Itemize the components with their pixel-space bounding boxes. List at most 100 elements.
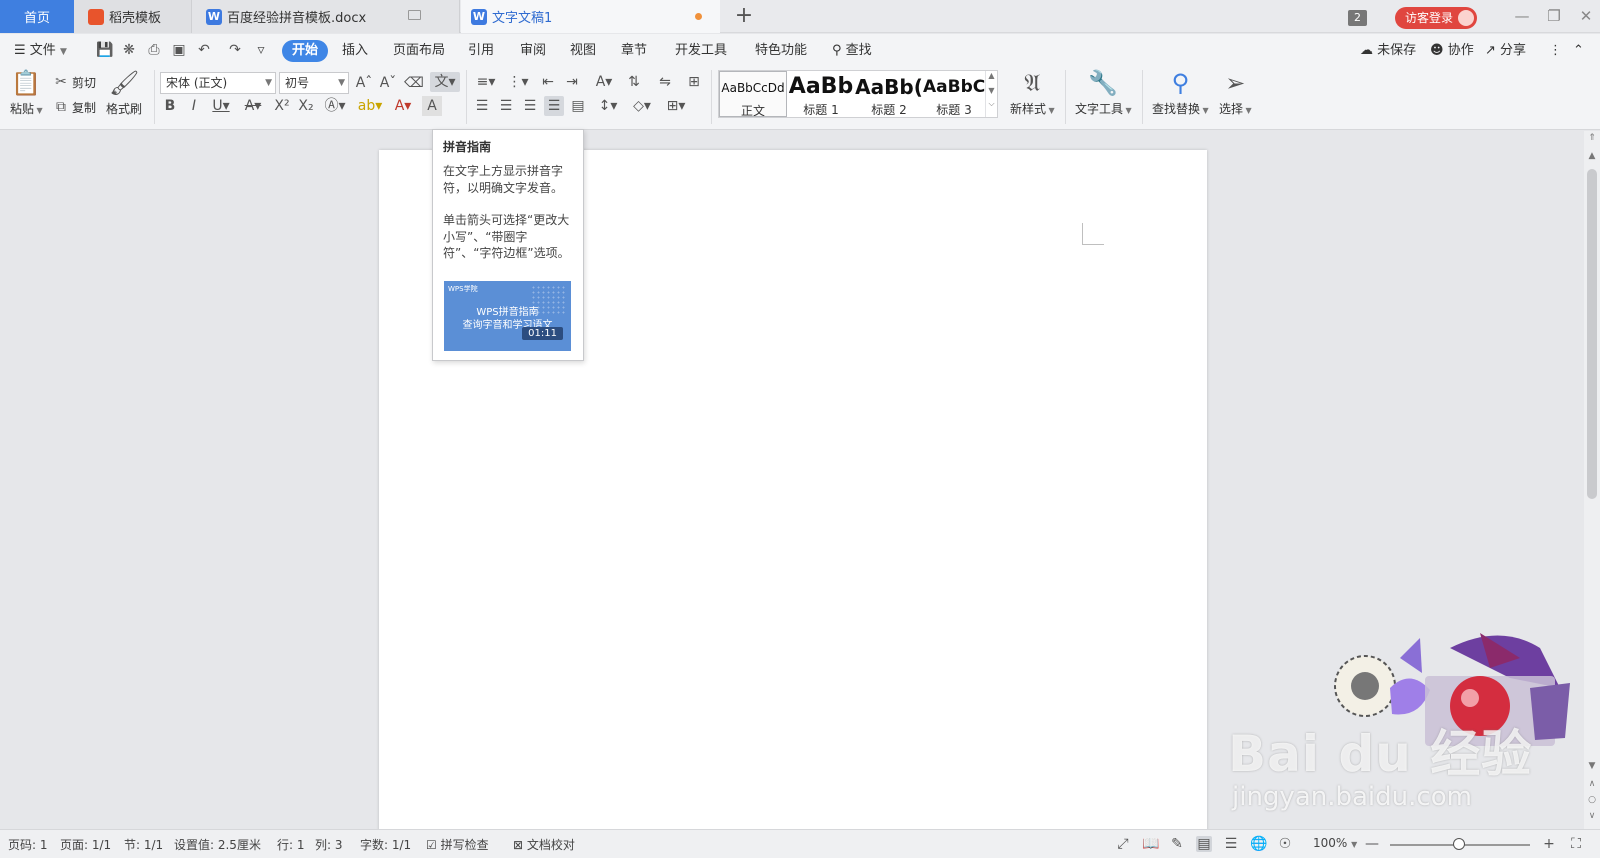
restore-icon[interactable]: ❐ <box>1544 7 1564 25</box>
collapse-ribbon-icon[interactable]: ⌃ <box>1573 40 1584 62</box>
format-painter-button[interactable]: 🖌 格式刷 <box>106 68 142 117</box>
minimize-icon[interactable]: — <box>1512 7 1532 25</box>
clear-format-icon[interactable]: ⌫ <box>404 73 424 93</box>
style-heading-3[interactable]: AaBbC 标题 3 <box>923 71 985 117</box>
zoom-slider-handle[interactable] <box>1453 838 1465 850</box>
print-preview-icon[interactable]: ▣ <box>171 42 187 58</box>
cut-button[interactable]: ✂ 剪切 <box>53 72 96 92</box>
strikethrough-icon[interactable]: A▾ <box>240 96 266 116</box>
outline-view-icon[interactable]: ☰ <box>1223 836 1239 852</box>
read-mode-icon[interactable]: 📖 <box>1142 836 1159 852</box>
font-size-select[interactable]: 初号 ▼ <box>279 72 349 94</box>
status-word-count[interactable]: 字数: 1/1 <box>360 836 411 853</box>
menu-view[interactable]: 视图 <box>570 40 596 62</box>
highlight-icon[interactable]: ab▾ <box>356 96 384 116</box>
text-effect-icon[interactable]: Ⓐ▾ <box>322 96 348 116</box>
eye-protection-icon[interactable]: ☉ <box>1277 836 1293 852</box>
cloud-unsaved-status[interactable]: ☁ 未保存 <box>1360 40 1416 62</box>
new-tab-button[interactable]: + <box>734 3 754 28</box>
redo-icon[interactable]: ↷ <box>227 42 243 58</box>
share-button[interactable]: ↗ 分享 <box>1485 40 1526 62</box>
tab-templates[interactable]: 稻壳模板 <box>74 0 192 33</box>
scroll-up-icon[interactable]: ▲ <box>1584 151 1600 161</box>
scrollbar-thumb[interactable] <box>1587 169 1597 499</box>
close-icon[interactable]: ✕ <box>1576 7 1596 25</box>
text-tools-button[interactable]: 🔧 文字工具 ▼ <box>1075 68 1132 117</box>
status-page-count[interactable]: 页面: 1/1 <box>60 836 111 853</box>
align-left-icon[interactable]: ☰ <box>472 96 492 116</box>
format-export-icon[interactable]: ❋ <box>121 42 137 58</box>
menu-home[interactable]: 开始 <box>282 40 329 62</box>
bullet-list-icon[interactable]: ≡▾ <box>472 72 500 92</box>
fullscreen-icon[interactable]: ⤢ <box>1115 836 1131 852</box>
pinyin-guide-icon[interactable]: 文▾ <box>430 72 460 92</box>
vertical-scrollbar[interactable]: ⇑ ▲ ▼ ∧ ○ ∨ <box>1584 131 1600 829</box>
expand-gallery-icon[interactable]: ⌵ <box>986 99 997 109</box>
bold-icon[interactable]: B <box>160 96 180 116</box>
prev-page-icon[interactable]: ∧ <box>1584 779 1600 789</box>
document-proofread-button[interactable]: ⊠ 文档校对 <box>513 836 575 853</box>
tab-document-1[interactable]: W 文字文稿1 <box>461 0 720 33</box>
show-marks-icon[interactable]: ⊞ <box>684 72 704 92</box>
numbered-list-icon[interactable]: ⋮▾ <box>504 72 532 92</box>
zoom-level-select[interactable]: 100% ▼ <box>1313 836 1357 850</box>
menu-developer[interactable]: 开发工具 <box>675 40 727 62</box>
scroll-top-icon[interactable]: ⇑ <box>1584 133 1600 143</box>
scroll-down-icon[interactable]: ▼ <box>1584 761 1600 771</box>
border-icon[interactable]: ⊞▾ <box>662 96 690 116</box>
char-shading-icon[interactable]: A <box>422 96 442 116</box>
shrink-font-icon[interactable]: Aˇ <box>378 73 398 93</box>
paste-button[interactable]: 📋 粘贴 ▼ <box>10 68 43 117</box>
font-color-icon[interactable]: A▾ <box>390 96 416 116</box>
text-direction-icon[interactable]: ⇋ <box>652 72 678 92</box>
zoom-in-icon[interactable]: + <box>1541 836 1557 852</box>
status-page-number[interactable]: 页码: 1 <box>8 836 48 853</box>
select-button[interactable]: ➢ 选择 ▼ <box>1219 68 1252 117</box>
fit-page-icon[interactable]: ⛶ <box>1568 836 1584 852</box>
more-options-icon[interactable]: ⋮ <box>1549 40 1562 62</box>
align-right-icon[interactable]: ☰ <box>520 96 540 116</box>
superscript-icon[interactable]: X² <box>272 96 292 116</box>
chevron-down-icon[interactable]: ▼ <box>986 86 997 95</box>
status-column[interactable]: 列: 3 <box>315 836 343 853</box>
file-menu[interactable]: ☰ 文件 ▼ <box>14 40 67 62</box>
guest-login-button[interactable]: 访客登录 <box>1395 7 1477 29</box>
decrease-indent-icon[interactable]: ⇤ <box>538 72 558 92</box>
new-style-button[interactable]: 𝔄 新样式 ▼ <box>1010 68 1055 117</box>
style-heading-1[interactable]: AaBb 标题 1 <box>787 71 855 117</box>
sort-icon[interactable]: ⇅ <box>624 72 644 92</box>
distribute-icon[interactable]: ▤ <box>568 96 588 116</box>
menu-review[interactable]: 审阅 <box>520 40 546 62</box>
style-heading-2[interactable]: AaBb( 标题 2 <box>855 71 923 117</box>
web-view-icon[interactable]: 🌐 <box>1250 836 1267 852</box>
line-spacing-icon[interactable]: ↕▾ <box>594 96 622 116</box>
menu-special[interactable]: 特色功能 <box>755 40 807 62</box>
spell-check-button[interactable]: ☑ 拼写检查 <box>426 836 489 853</box>
grow-font-icon[interactable]: Aˆ <box>354 73 374 93</box>
tab-document-template[interactable]: W 百度经验拼音模板.docx <box>192 0 460 33</box>
menu-insert[interactable]: 插入 <box>342 40 368 62</box>
customize-toolbar-icon[interactable]: ▿ <box>253 42 269 58</box>
align-center-icon[interactable]: ☰ <box>496 96 516 116</box>
status-section[interactable]: 节: 1/1 <box>124 836 163 853</box>
change-case-icon[interactable]: A▾ <box>590 72 618 92</box>
find-replace-button[interactable]: ⚲ 查找替换 ▼ <box>1152 68 1209 117</box>
zoom-out-icon[interactable]: — <box>1364 836 1380 852</box>
styles-scroll[interactable]: ▲ ▼ ⌵ <box>985 71 997 117</box>
write-mode-icon[interactable]: ✎ <box>1169 836 1185 852</box>
subscript-icon[interactable]: X₂ <box>296 96 316 116</box>
menu-page-layout[interactable]: 页面布局 <box>393 40 445 62</box>
status-setting-value[interactable]: 设置值: 2.5厘米 <box>174 836 261 853</box>
tutorial-video-thumbnail[interactable]: WPS学院 WPS拼音指南 查询字音和学习语文 01:11 <box>444 281 571 351</box>
menu-references[interactable]: 引用 <box>468 40 494 62</box>
copy-button[interactable]: ⧉ 复制 <box>53 97 96 117</box>
justify-icon[interactable]: ☰ <box>544 96 564 116</box>
increase-indent-icon[interactable]: ⇥ <box>562 72 582 92</box>
shading-fill-icon[interactable]: ◇▾ <box>628 96 656 116</box>
italic-icon[interactable]: I <box>184 96 204 116</box>
font-name-select[interactable]: 宋体 (正文) ▼ <box>160 72 276 94</box>
monitor-icon[interactable] <box>408 10 421 20</box>
browse-object-icon[interactable]: ○ <box>1584 795 1600 805</box>
next-page-icon[interactable]: ∨ <box>1584 811 1600 821</box>
tab-home[interactable]: 首页 <box>0 0 74 33</box>
